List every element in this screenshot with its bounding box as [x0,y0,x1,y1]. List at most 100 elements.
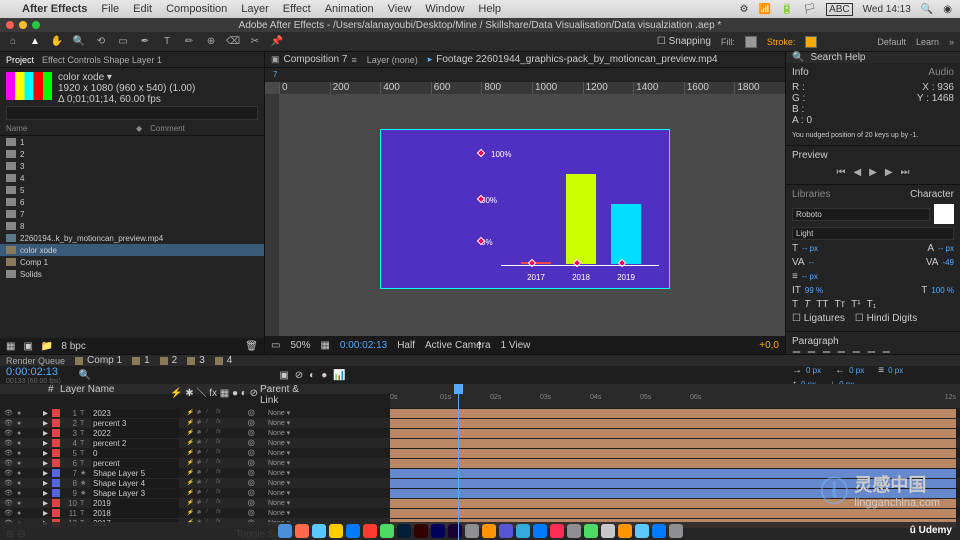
tab-composition[interactable]: ▣ Composition 7 ≡ [271,54,357,65]
stroke-swatch[interactable] [805,36,817,48]
tab-libraries[interactable]: Libraries [792,189,830,200]
dock-ai-icon[interactable] [414,524,428,538]
menu-animation[interactable]: Animation [325,3,374,15]
project-list[interactable]: 123456782260194..k_by_motioncan_preview.… [0,136,264,338]
current-time[interactable]: 0:00:02:13 [6,366,61,378]
clock[interactable]: Wed 14:13 [863,4,911,15]
layer-row[interactable]: 👁● ▸ 9 ★ Shape Layer 3 ⚡✱/fx ⊚ None ▾ [0,488,960,498]
trash-icon[interactable]: 🗑 [245,341,258,352]
dock-app-icon[interactable] [329,524,343,538]
puppet-tool-icon[interactable]: 📌 [270,35,284,49]
spotlight-icon[interactable]: 🔍 [921,4,933,15]
menu-effect[interactable]: Effect [283,3,311,15]
tab-project[interactable]: Project [6,55,34,65]
eraser-tool-icon[interactable]: ⌫ [226,35,240,49]
layer-row[interactable]: 👁● ▸ 3 T 2022 ⚡✱/fx ⊚ None ▾ [0,428,960,438]
dock-app-icon[interactable] [533,524,547,538]
orbit-tool-icon[interactable]: ⟲ [94,35,108,49]
stroke-width[interactable]: -- px [802,272,818,281]
project-item[interactable]: 3 [0,160,264,172]
dock-app-icon[interactable] [567,524,581,538]
tab-render-queue[interactable]: Render Queue [6,356,65,366]
dock-app-icon[interactable] [635,524,649,538]
dock-app-icon[interactable] [363,524,377,538]
project-item[interactable]: 2260194..k_by_motioncan_preview.mp4 [0,232,264,244]
layer-row[interactable]: 👁● ▸ 6 T percent ⚡✱/fx ⊚ None ▾ [0,458,960,468]
dock-ae-icon[interactable] [431,524,445,538]
font-family-select[interactable]: Roboto [792,208,930,221]
graph-editor-icon[interactable]: 📊 [333,370,345,381]
siri-icon[interactable]: ◉ [943,4,952,15]
bar-2018[interactable] [566,174,596,264]
leading[interactable]: -- px [938,244,954,253]
home-icon[interactable]: ⌂ [6,35,20,49]
tab-character[interactable]: Character [910,189,954,200]
frame-blend-icon[interactable]: ◐ [309,370,315,381]
battery-icon[interactable]: 🔋 [781,4,793,15]
interpret-icon[interactable]: ▦ [6,341,15,352]
comp-canvas[interactable]: 100% 50% 0% 2017 2018 2019 [380,129,670,289]
playhead[interactable] [458,384,459,540]
next-frame-icon[interactable]: ▶ [885,167,893,178]
font-weight-select[interactable]: Light [792,227,954,240]
abc-icon[interactable]: ABC [826,3,853,16]
project-item[interactable]: Comp 1 [0,256,264,268]
tab-comp1[interactable]: Comp 1 [75,355,122,366]
col-name[interactable]: Name [6,124,136,133]
layer-row[interactable]: 👁● ▸ 4 T percent 2 ⚡✱/fx ⊚ None ▾ [0,438,960,448]
search-help[interactable]: Search Help [810,52,865,63]
workspace-default[interactable]: Default [877,37,906,47]
comp-viewer[interactable]: 020040060080010001200140016001800 100% 5… [265,82,785,336]
comp-button-icon[interactable]: ▣ [279,370,288,381]
italic-icon[interactable]: T [804,299,810,310]
res-dropdown[interactable]: Half [397,340,415,351]
tab-3[interactable]: 3 [187,355,205,366]
bpc-button[interactable]: 8 bpc [61,341,85,352]
layer-row[interactable]: 👁● ▸ 10 T 2019 ⚡✱/fx ⊚ None ▾ [0,498,960,508]
play-icon[interactable]: ▶ [869,167,877,178]
tab-4[interactable]: 4 [215,355,233,366]
stamp-tool-icon[interactable]: ⊕ [204,35,218,49]
layer-row[interactable]: 👁● ▸ 11 T 2018 ⚡✱/fx ⊚ None ▾ [0,508,960,518]
superscript-icon[interactable]: T¹ [851,299,860,310]
magnify-icon[interactable]: ▭ [271,340,280,351]
dock-app-icon[interactable] [346,524,360,538]
tab-effect-controls[interactable]: Effect Controls Shape Layer 1 [42,55,162,65]
timeline-layers[interactable]: 👁● ▸ 1 T 2023 ⚡✱/fx ⊚ None ▾ 👁● ▸ 2 T pe… [0,408,960,528]
layer-row[interactable]: 👁● ▸ 5 T 0 ⚡✱/fx ⊚ None ▾ [0,448,960,458]
shy-icon[interactable]: ⊘ [295,370,303,381]
project-item[interactable]: 5 [0,184,264,196]
menu-layer[interactable]: Layer [241,3,269,15]
prev-frame-icon[interactable]: ◀ [853,167,861,178]
roto-tool-icon[interactable]: ✂ [248,35,262,49]
tab-layer-none[interactable]: Layer (none) [367,55,418,65]
minimize-icon[interactable] [19,21,27,29]
selection-handle[interactable] [477,149,485,157]
layer-row[interactable]: 👁● ▸ 1 T 2023 ⚡✱/fx ⊚ None ▾ [0,408,960,418]
text-tool-icon[interactable]: T [160,35,174,49]
project-item[interactable]: 2 [0,148,264,160]
rect-tool-icon[interactable]: ▭ [116,35,130,49]
dock-app-icon[interactable] [618,524,632,538]
dock-ps-icon[interactable] [397,524,411,538]
exposure[interactable]: +0,0 [759,340,779,351]
selection-tool-icon[interactable]: ▲ [28,35,42,49]
workspace-more-icon[interactable]: » [949,37,954,47]
project-item[interactable]: Solids [0,268,264,280]
res-icon[interactable]: ▦ [320,340,329,351]
hand-tool-icon[interactable]: ✋ [50,35,64,49]
dock-app-icon[interactable] [499,524,513,538]
project-item[interactable]: 1 [0,136,264,148]
zoom-dropdown[interactable]: 50% [290,340,310,351]
col-comment[interactable]: Comment [150,124,185,133]
dock-app-icon[interactable] [312,524,326,538]
col-layer-name[interactable]: Layer Name [60,384,170,394]
kerning[interactable]: -- [809,258,814,267]
layer-row[interactable]: 👁● ▸ 7 ★ Shape Layer 5 ⚡✱/fx ⊚ None ▾ [0,468,960,478]
search-layers-icon[interactable]: 🔍 [79,370,91,381]
bold-icon[interactable]: T [792,299,798,310]
project-item[interactable]: color xode [0,244,264,256]
pen-tool-icon[interactable]: ✒ [138,35,152,49]
subscript-icon[interactable]: T₁ [867,299,876,310]
dock-app-icon[interactable] [516,524,530,538]
